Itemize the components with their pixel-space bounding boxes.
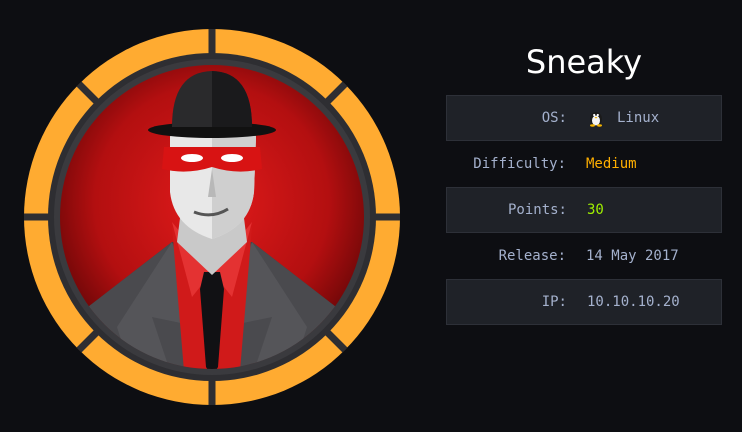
difficulty-label: Difficulty: xyxy=(473,156,566,172)
points-value: 30 xyxy=(587,202,604,218)
info-row-ip: IP: 10.10.10.20 xyxy=(446,279,722,325)
difficulty-value: Medium xyxy=(586,156,637,172)
machine-avatar xyxy=(22,27,402,407)
release-value: 14 May 2017 xyxy=(586,248,679,264)
linux-penguin-icon xyxy=(587,109,605,127)
os-value-container: Linux xyxy=(575,109,659,127)
os-value: Linux xyxy=(617,110,660,126)
info-row-release: Release: 14 May 2017 xyxy=(446,233,722,279)
hat-man-avatar-icon xyxy=(24,29,400,405)
machine-info-table: OS: Linux Difficulty: Medium Points: 30 xyxy=(446,95,722,325)
release-label: Release: xyxy=(498,248,566,264)
points-label: Points: xyxy=(507,202,567,218)
info-row-os: OS: Linux xyxy=(446,95,722,141)
ip-value: 10.10.10.20 xyxy=(587,294,680,310)
machine-name: Sneaky xyxy=(525,43,643,81)
ip-label: IP: xyxy=(541,294,567,310)
info-row-points: Points: 30 xyxy=(446,187,722,233)
info-row-difficulty: Difficulty: Medium xyxy=(446,141,722,187)
os-label: OS: xyxy=(541,110,567,126)
